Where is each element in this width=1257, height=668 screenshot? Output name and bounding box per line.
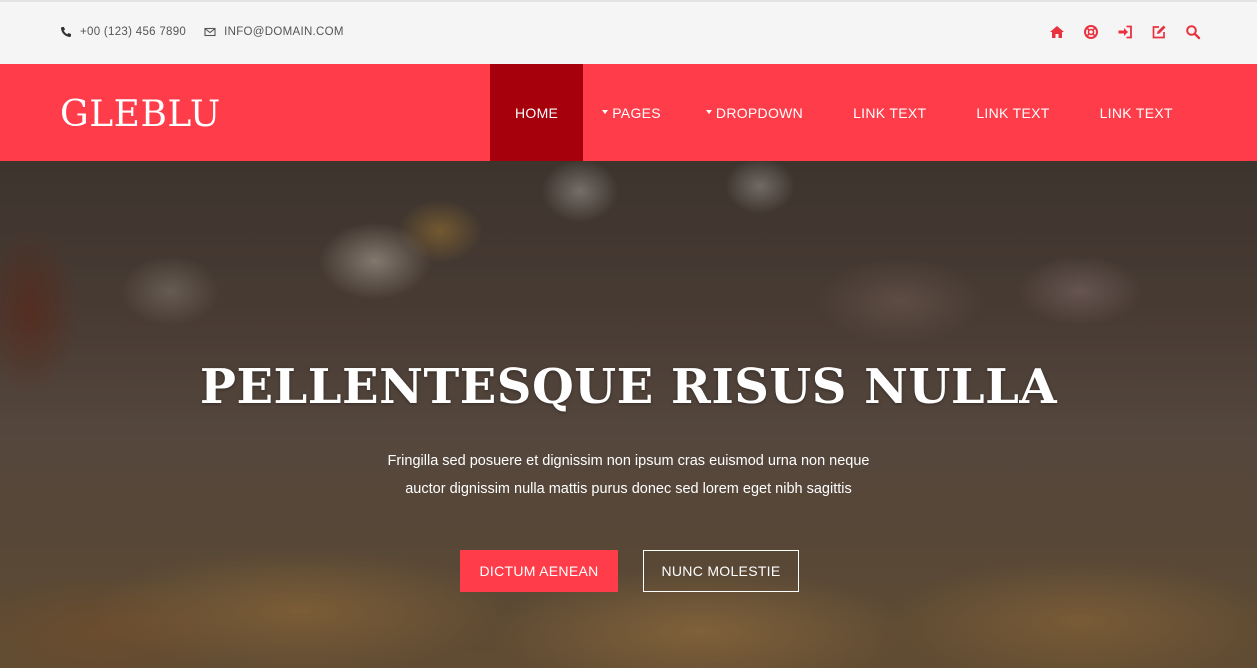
hero-title: PELLENTESQUE RISUS NULLA [199,359,1058,415]
nav-label: HOME [515,104,559,121]
nav-label: LINK TEXT [853,104,927,121]
main-nav-menu: HOME PAGES DROPDOWN LINK TEXT LINK TEXT … [490,64,1173,161]
hero-description-line: Fringilla sed posuere et dignissim non i… [387,453,870,469]
nav-link-2[interactable]: LINK TEXT [976,64,1049,161]
utility-tools [1031,24,1201,40]
caret-down-icon [705,109,712,114]
hero-description: Fringilla sed posuere et dignissim non i… [0,447,1257,503]
nav-pages-dropdown[interactable]: PAGES [602,64,661,161]
brand-logo[interactable]: GLEBLU [60,94,221,136]
nav-link-1[interactable]: LINK TEXT [853,64,926,161]
email-address[interactable]: INFO@DOMAIN.COM [224,26,344,38]
phone-contact: +00 (123) 456 7890 [60,26,186,38]
top-utility-bar: +00 (123) 456 7890 INFO@DOMAIN.COM [0,0,1257,64]
nav-label: LINK TEXT [1099,104,1173,121]
dictum-aenean-button[interactable]: DICTUM AENEAN [460,550,618,592]
edit-icon[interactable] [1151,24,1167,40]
contact-info: +00 (123) 456 7890 INFO@DOMAIN.COM [60,26,362,38]
phone-number: +00 (123) 456 7890 [80,26,187,38]
envelope-icon [204,26,216,38]
nav-home[interactable]: HOME [490,64,584,161]
caret-down-icon [602,109,609,114]
email-contact[interactable]: INFO@DOMAIN.COM [204,26,344,38]
phone-icon [60,26,72,38]
nav-dropdown[interactable]: DROPDOWN [705,64,804,161]
hero-banner: PELLENTESQUE RISUS NULLA Fringilla sed p… [0,161,1257,668]
nunc-molestie-button[interactable]: NUNC MOLESTIE [643,550,799,592]
nav-link-3[interactable]: LINK TEXT [1100,64,1173,161]
hero-description-line: auctor dignissim nulla mattis purus done… [405,481,852,497]
nav-label: PAGES [612,104,661,121]
search-icon[interactable] [1185,24,1201,40]
main-navbar: GLEBLU HOME PAGES DROPDOWN LINK TEXT LIN… [0,64,1257,161]
sign-in-icon[interactable] [1117,24,1133,40]
home-icon[interactable] [1049,24,1065,40]
life-ring-icon[interactable] [1083,24,1099,40]
nav-label: LINK TEXT [976,104,1050,121]
nav-label: DROPDOWN [715,104,804,121]
